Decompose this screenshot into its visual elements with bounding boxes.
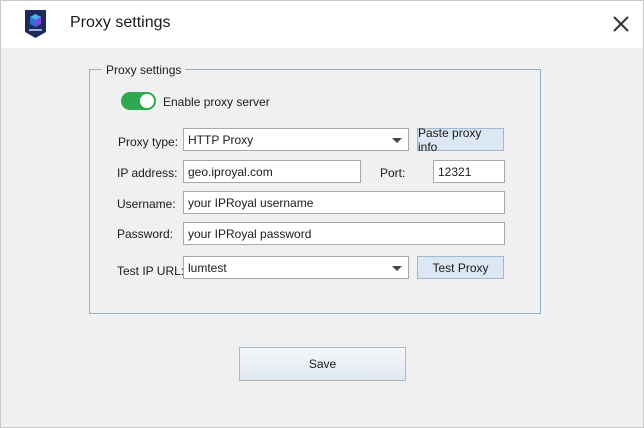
- username-input[interactable]: your IPRoyal username: [183, 191, 505, 214]
- test-ip-url-label: Test IP URL:: [117, 264, 185, 278]
- title-bar: Proxy settings: [1, 1, 643, 48]
- close-button[interactable]: [605, 8, 637, 40]
- password-label: Password:: [117, 227, 174, 241]
- password-input[interactable]: your IPRoyal password: [183, 222, 505, 245]
- port-input[interactable]: 12321: [433, 160, 505, 183]
- toggle-knob: [140, 94, 154, 108]
- proxy-type-select[interactable]: HTTP Proxy: [183, 128, 409, 151]
- chevron-down-icon: [392, 266, 402, 271]
- enable-proxy-label: Enable proxy server: [163, 95, 270, 109]
- test-ip-url-select[interactable]: lumtest: [183, 256, 409, 279]
- port-label: Port:: [380, 166, 406, 180]
- enable-proxy-toggle[interactable]: [121, 92, 156, 110]
- ip-address-label: IP address:: [117, 166, 178, 180]
- group-legend: Proxy settings: [102, 63, 186, 77]
- username-label: Username:: [117, 197, 176, 211]
- ip-address-input[interactable]: geo.iproyal.com: [183, 160, 361, 183]
- proxy-settings-window: Proxy settings Proxy settings Enable pro…: [0, 0, 644, 428]
- test-ip-url-value: lumtest: [188, 260, 227, 275]
- proxy-type-label: Proxy type:: [118, 135, 179, 149]
- paste-proxy-info-button[interactable]: Paste proxy info: [417, 126, 504, 154]
- save-button[interactable]: Save: [239, 347, 406, 381]
- window-title: Proxy settings: [70, 14, 171, 31]
- app-cube-logo-icon: [22, 8, 49, 40]
- test-proxy-button[interactable]: Test Proxy: [417, 256, 504, 279]
- proxy-type-value: HTTP Proxy: [188, 132, 254, 147]
- close-icon: [613, 16, 629, 32]
- chevron-down-icon: [392, 138, 402, 143]
